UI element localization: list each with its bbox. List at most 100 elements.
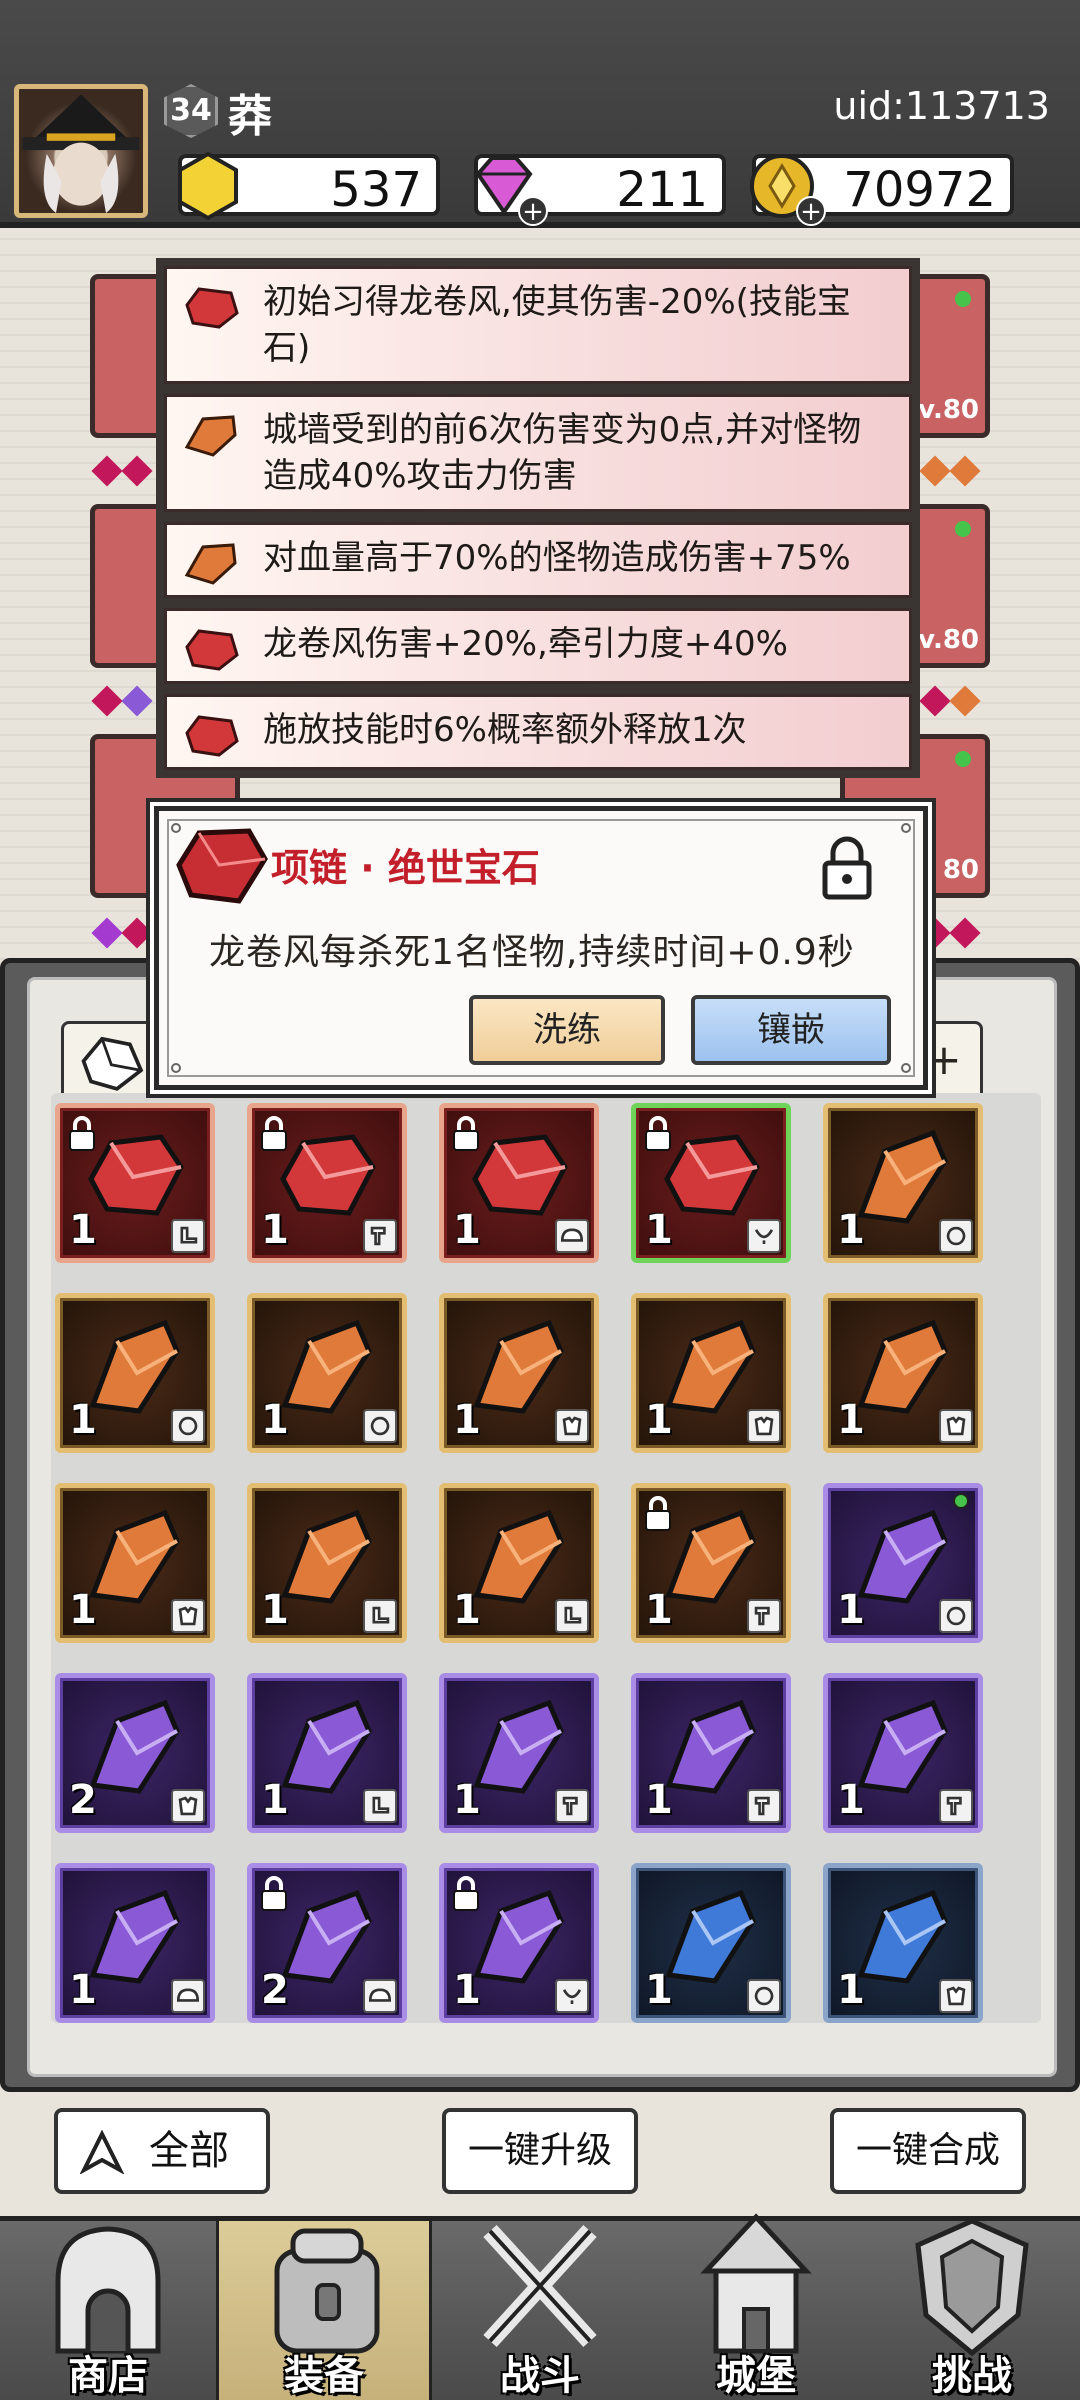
nav-label: 战斗 [500,2353,580,2399]
gem-count: 1 [69,1967,97,2013]
new-dot [955,521,971,537]
gem-slot[interactable]: 1 [823,1293,983,1453]
gem-slot[interactable]: 1 [439,1293,599,1453]
ring-slot-icon [363,1409,397,1443]
ring-slot-icon [939,1599,973,1633]
gem-count: 2 [261,1967,289,2013]
gem-socket-row [91,917,153,949]
gem-count: 1 [453,1777,481,1823]
gem-slot[interactable]: 1 [631,1863,791,2023]
gem-slot[interactable]: 1 [247,1673,407,1833]
nav-challenge[interactable]: 挑战 [864,2218,1080,2400]
gem-slot[interactable]: 2 [247,1863,407,2023]
one-click-merge-button[interactable]: 一键合成 [830,2108,1026,2194]
one-click-upgrade-button[interactable]: 一键升级 [442,2108,638,2194]
diamond-currency[interactable]: + 211 [474,154,726,226]
add-diamond-icon[interactable]: + [518,196,548,226]
top-bar: 34 莽 uid:113713 537 + 211 + 70972 [0,0,1080,228]
challenge-shield-icon [915,2218,1029,2357]
filter-all-button[interactable]: 全部 [54,2108,270,2194]
gem-count: 1 [837,1777,865,1823]
gem-count: 1 [453,1967,481,2013]
avatar[interactable] [14,84,148,218]
gem-count: 1 [453,1587,481,1633]
nav-castle[interactable]: 城堡 [648,2213,864,2400]
armor-slot-icon [939,1979,973,2013]
armor-slot-icon [747,1409,781,1443]
gem-slot[interactable]: 1 [823,1103,983,1263]
gem-slot[interactable]: 1 [631,1293,791,1453]
gem-socket-row [919,455,981,487]
nav-shop[interactable]: 商店 [0,2221,216,2400]
gold-hexagon-icon [178,151,238,221]
hat-slot-icon [555,1219,589,1253]
gem-slot[interactable]: 2 [55,1673,215,1833]
gem-slot[interactable]: 1 [439,1483,599,1643]
add-coin-icon[interactable]: + [796,196,826,226]
lock-icon [69,1116,95,1151]
witch-portrait-icon [22,94,140,213]
lock-icon [453,1116,479,1151]
gem-slot[interactable]: 1 [631,1103,791,1263]
gem-count: 1 [69,1207,97,1253]
nav-label: 装备 [284,2353,364,2399]
equipment-bag-icon [274,2228,380,2354]
new-item-dot [953,1493,969,1509]
ring-slot-icon [747,1979,781,2013]
weapon-slot-icon [363,1219,397,1253]
red-gem-icon [185,629,239,671]
gem-socket-row [91,455,153,487]
coin-currency[interactable]: + 70972 [750,154,1014,226]
ring-slot-icon [939,1219,973,1253]
gold-currency[interactable]: 537 [178,151,440,221]
gem-slot[interactable]: 1 [823,1673,983,1833]
inlay-button[interactable]: 镶嵌 [691,995,891,1065]
popup-description: 龙卷风每杀死1名怪物,持续时间+0.9秒 [209,932,855,973]
gem-socket-row [919,917,981,949]
orange-gem-icon [184,415,237,457]
gem-slot[interactable]: 1 [631,1673,791,1833]
red-gem-icon [176,828,268,904]
nav-equipment[interactable]: 装备 [216,2221,432,2400]
weapon-slot-icon [555,1789,589,1823]
skill-row: 初始习得龙卷风,使其伤害-20%(技能宝石) [164,266,912,384]
gem-count: 1 [453,1207,481,1253]
lock-icon[interactable] [821,833,873,901]
boots-slot-icon [363,1789,397,1823]
gem-slot[interactable]: 1 [247,1103,407,1263]
skill-text: 城墙受到的前6次伤害变为0点,并对怪物造成40%攻击力伤害 [263,410,862,496]
armor-slot-icon [939,1409,973,1443]
red-gem-icon [185,715,239,757]
boots-slot-icon [555,1599,589,1633]
gem-slot[interactable]: 1 [55,1103,215,1263]
hat-slot-icon [171,1979,205,2013]
gem-count: 1 [645,1587,673,1633]
gem-count: 1 [261,1397,289,1443]
gem-slot[interactable]: 1 [439,1673,599,1833]
gem-detail-popup: 项链 · 绝世宝石 龙卷风每杀死1名怪物,持续时间+0.9秒 洗练 镶嵌 [154,806,928,1090]
gem-slot[interactable]: 1 [439,1103,599,1263]
gem-count: 1 [261,1587,289,1633]
skill-text: 施放技能时6%概率额外释放1次 [263,710,747,750]
gem-slot[interactable]: 1 [55,1293,215,1453]
gem-count: 1 [837,1397,865,1443]
gem-slot[interactable]: 1 [823,1483,983,1643]
gem-inventory-panel: + 1111111111111112111112111 [0,958,1080,2092]
gem-slot[interactable]: 1 [247,1293,407,1453]
gem-skill-list: 初始习得龙卷风,使其伤害-20%(技能宝石) 城墙受到的前6次伤害变为0点,并对… [156,258,920,778]
gem-slot[interactable]: 1 [247,1483,407,1643]
diamond-value: 211 [616,162,708,218]
refine-button[interactable]: 洗练 [469,995,665,1065]
armor-slot-icon [171,1599,205,1633]
gem-count: 1 [837,1207,865,1253]
gem-slot[interactable]: 1 [55,1483,215,1643]
gem-slot[interactable]: 1 [631,1483,791,1643]
popup-title: 项链 · 绝世宝石 [271,846,540,890]
gem-slot[interactable]: 1 [439,1863,599,2023]
gem-slot[interactable]: 1 [823,1863,983,2023]
nav-battle[interactable]: 战斗 [432,2221,648,2400]
gem-grid: 1 1 1 1 1 1 1 1 1 1 1 1 1 1 1 2 1 1 1 1 1 2 1 1 1 [51,1093,1041,2023]
castle-icon [700,2213,812,2354]
gem-slot[interactable]: 1 [55,1863,215,2023]
coin-value: 70972 [843,162,996,218]
